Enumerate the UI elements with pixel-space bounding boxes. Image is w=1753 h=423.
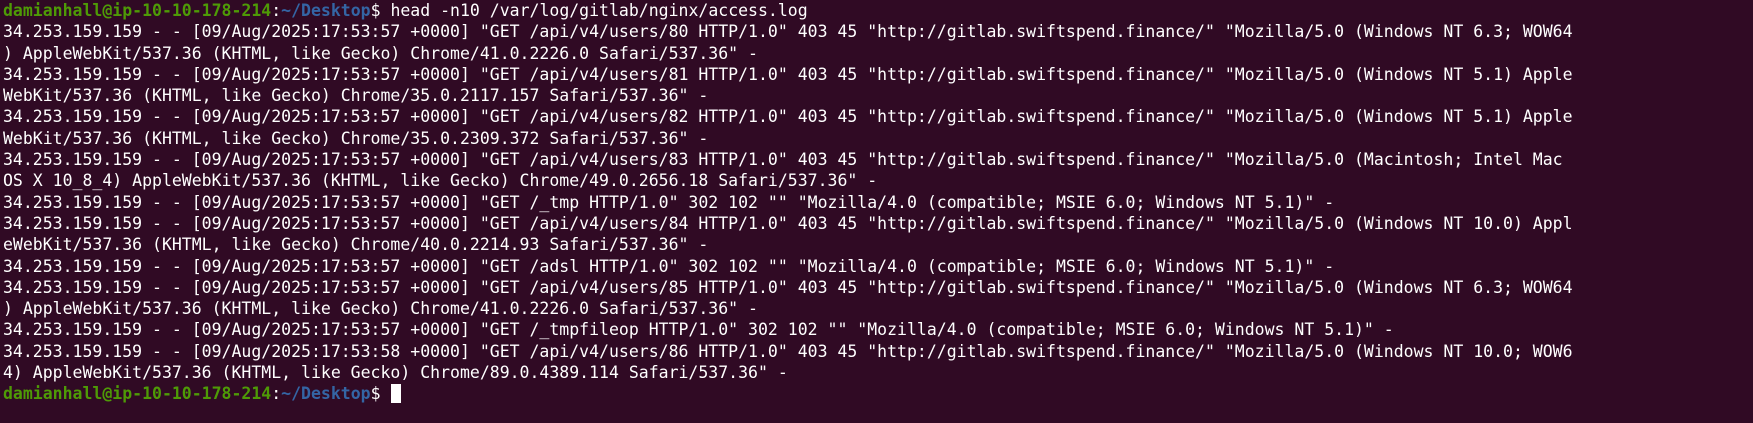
output-line: 34.253.159.159 - - [09/Aug/2025:17:53:57…	[3, 22, 1573, 42]
output-line: 34.253.159.159 - - [09/Aug/2025:17:53:57…	[3, 213, 1573, 233]
output-line: 34.253.159.159 - - [09/Aug/2025:17:53:57…	[3, 107, 1573, 127]
output-line: 34.253.159.159 - - [09/Aug/2025:17:53:57…	[3, 192, 1335, 212]
output-line: WebKit/537.36 (KHTML, like Gecko) Chrome…	[3, 86, 709, 106]
output-line: 34.253.159.159 - - [09/Aug/2025:17:53:57…	[3, 64, 1573, 84]
prompt-separator: :	[271, 1, 282, 20]
output-line: 34.253.159.159 - - [09/Aug/2025:17:53:57…	[3, 256, 1335, 276]
command-line: damianhall@ip-10-10-178-214:~/Desktop$ h…	[3, 0, 1753, 21]
prompt-symbol: $	[370, 384, 391, 404]
prompt-separator: :	[271, 384, 282, 404]
prompt-path: ~/Desktop	[281, 1, 371, 20]
command-text: head -n10 /var/log/gitlab/nginx/access.l…	[390, 1, 808, 20]
prompt-symbol: $	[370, 1, 391, 20]
output-line: ) AppleWebKit/537.36 (KHTML, like Gecko)…	[3, 43, 758, 63]
output-line: 34.253.159.159 - - [09/Aug/2025:17:53:58…	[3, 341, 1573, 361]
output-line: 4) AppleWebKit/537.36 (KHTML, like Gecko…	[3, 363, 788, 383]
text-cursor	[391, 384, 402, 404]
terminal-window[interactable]: damianhall@ip-10-10-178-214:~/Desktop$ h…	[0, 0, 1753, 423]
prompt-path: ~/Desktop	[281, 384, 371, 404]
prompt-line[interactable]: damianhall@ip-10-10-178-214:~/Desktop$	[3, 383, 1753, 404]
output-line: WebKit/537.36 (KHTML, like Gecko) Chrome…	[3, 128, 709, 148]
output-line: OS X 10_8_4) AppleWebKit/537.36 (KHTML, …	[3, 171, 878, 191]
output-line: ) AppleWebKit/537.36 (KHTML, like Gecko)…	[3, 299, 758, 319]
prompt-user-host: damianhall@ip-10-10-178-214	[3, 384, 272, 404]
output-line: 34.253.159.159 - - [09/Aug/2025:17:53:57…	[3, 320, 1394, 340]
output-line: eWebKit/537.36 (KHTML, like Gecko) Chrom…	[3, 235, 709, 255]
output-line: 34.253.159.159 - - [09/Aug/2025:17:53:57…	[3, 277, 1573, 297]
output-line: 34.253.159.159 - - [09/Aug/2025:17:53:57…	[3, 150, 1563, 170]
prompt-user-host: damianhall@ip-10-10-178-214	[3, 1, 272, 20]
